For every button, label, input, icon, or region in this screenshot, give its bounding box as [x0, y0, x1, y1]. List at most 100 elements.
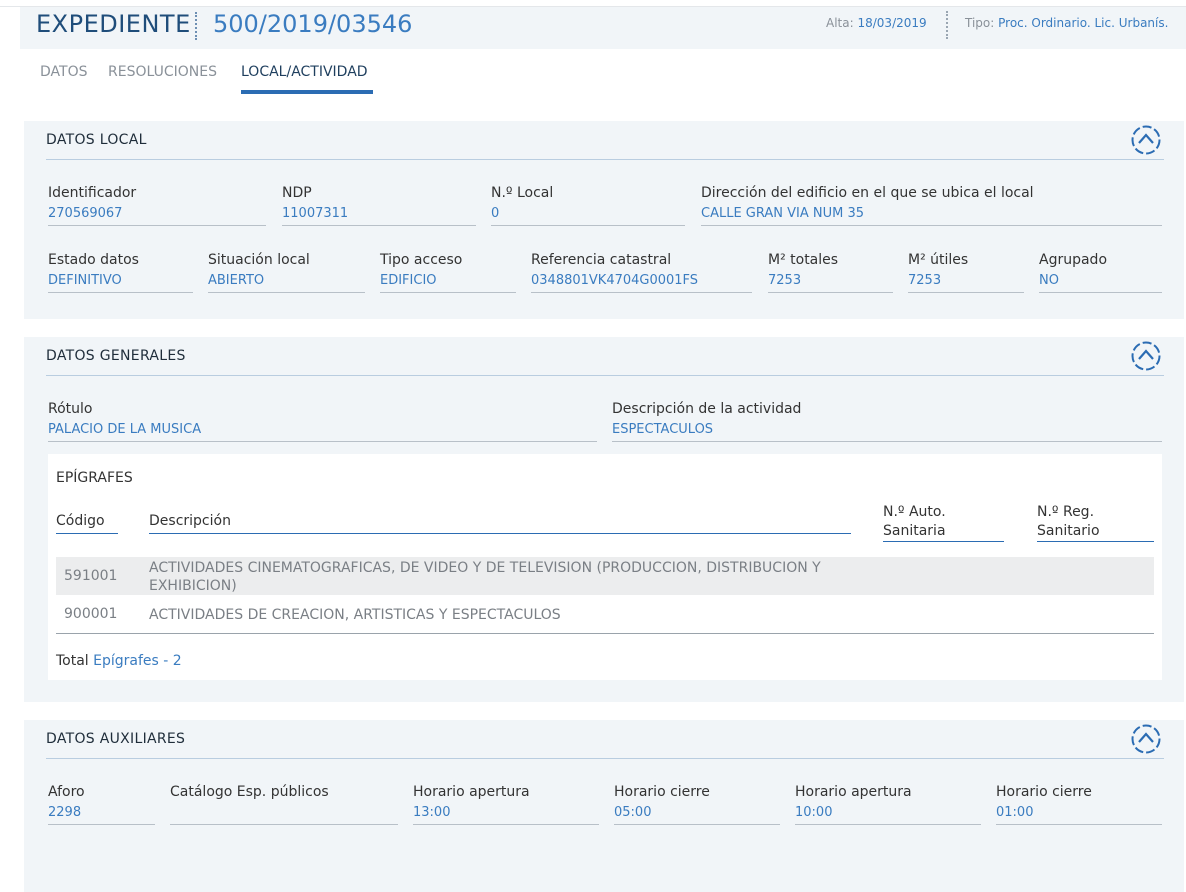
field-horario-cierre-1: Horario cierre 05:00 [614, 784, 780, 825]
field-label: Aforo [48, 784, 85, 800]
field-label: M² útiles [908, 252, 969, 268]
panel-title: DATOS GENERALES [46, 348, 186, 364]
total-label: Total [56, 653, 89, 669]
field-value: 7253 [768, 273, 893, 293]
field-label: Dirección del edificio en el que se ubic… [701, 185, 1034, 201]
panel-datos-local: DATOS LOCAL Identificador 270569067 NDP … [24, 121, 1184, 319]
field-value: EDIFICIO [380, 273, 516, 293]
field-label: Agrupado [1039, 252, 1108, 268]
field-label: NDP [282, 185, 312, 201]
panel-divider [46, 159, 1164, 160]
field-value: PALACIO DE LA MUSICA [48, 422, 597, 442]
chevron-up-circle-icon[interactable] [1131, 125, 1161, 155]
field-catalogo: Catálogo Esp. públicos [170, 784, 398, 825]
header-divider-2 [946, 11, 948, 39]
field-estado-datos: Estado datos DEFINITIVO [48, 252, 193, 293]
field-horario-apertura-1: Horario apertura 13:00 [413, 784, 599, 825]
field-label: Rótulo [48, 401, 93, 417]
table-row[interactable]: 591001 ACTIVIDADES CINEMATOGRAFICAS, DE … [56, 557, 1154, 595]
field-tipo-acceso: Tipo acceso EDIFICIO [380, 252, 516, 293]
tipo-value: Proc. Ordinario. Lic. Urbanís. [998, 16, 1169, 30]
column-header-codigo[interactable]: Código [56, 512, 118, 534]
top-border [0, 0, 1186, 7]
alta-label: Alta: [826, 16, 854, 30]
field-label: N.º Local [491, 185, 554, 201]
field-horario-cierre-2: Horario cierre 01:00 [996, 784, 1162, 825]
panel-datos-auxiliares: DATOS AUXILIARES Aforo 2298 Catálogo Esp… [24, 720, 1184, 892]
tipo-info: Tipo: Proc. Ordinario. Lic. Urbanís. [965, 16, 1168, 30]
field-label: Referencia catastral [531, 252, 672, 268]
epigrafes-section: EPÍGRAFES Código Descripción N.º Auto. S… [48, 454, 1162, 680]
field-value: 01:00 [996, 805, 1162, 825]
column-header-reg-sanitario[interactable]: N.º Reg. Sanitario [1037, 503, 1154, 542]
tipo-label: Tipo: [965, 16, 995, 30]
chevron-up-circle-icon[interactable] [1131, 341, 1161, 371]
field-label: Tipo acceso [380, 252, 463, 268]
field-value: 270569067 [48, 206, 266, 226]
tab-resoluciones[interactable]: RESOLUCIONES [108, 64, 217, 80]
header-divider [195, 12, 197, 40]
panel-title: DATOS AUXILIARES [46, 731, 186, 747]
field-value: 05:00 [614, 805, 780, 825]
field-label: Descripción de la actividad [612, 401, 802, 417]
field-situacion-local: Situación local ABIERTO [208, 252, 365, 293]
panel-datos-generales: DATOS GENERALES Rótulo PALACIO DE LA MUS… [24, 337, 1184, 702]
page-title: EXPEDIENTE [36, 10, 191, 38]
field-m2-totales: M² totales 7253 [768, 252, 893, 293]
column-header-auto-sanitaria[interactable]: N.º Auto. Sanitaria [883, 503, 1004, 542]
field-direccion: Dirección del edificio en el que se ubic… [701, 185, 1162, 226]
column-header-descripcion[interactable]: Descripción [149, 512, 851, 534]
field-horario-apertura-2: Horario apertura 10:00 [795, 784, 981, 825]
field-label: M² totales [768, 252, 839, 268]
field-value: 0 [491, 206, 685, 226]
chevron-up-circle-icon[interactable] [1131, 724, 1161, 754]
epigrafe-description: ACTIVIDADES CINEMATOGRAFICAS, DE VIDEO Y… [149, 560, 821, 594]
field-value: NO [1039, 273, 1162, 293]
field-value: 0348801VK4704G0001FS [531, 273, 752, 293]
field-label: Estado datos [48, 252, 139, 268]
field-identificador: Identificador 270569067 [48, 185, 266, 226]
tab-local-actividad[interactable]: LOCAL/ACTIVIDAD [241, 64, 368, 80]
field-descripcion-actividad: Descripción de la actividad ESPECTACULOS [612, 401, 1162, 442]
expediente-header: EXPEDIENTE 500/2019/03546 Alta: 18/03/20… [20, 7, 1186, 49]
field-value: 10:00 [795, 805, 981, 825]
field-label: Horario cierre [614, 784, 710, 800]
field-value: 13:00 [413, 805, 599, 825]
field-label: Horario apertura [413, 784, 530, 800]
epigrafes-count-link[interactable]: Epígrafes - 2 [93, 653, 182, 669]
field-rotulo: Rótulo PALACIO DE LA MUSICA [48, 401, 597, 442]
field-label: Identificador [48, 185, 137, 201]
epigrafe-description: ACTIVIDADES DE CREACION, ARTISTICAS Y ES… [149, 607, 561, 623]
tab-datos[interactable]: DATOS [40, 64, 87, 80]
table-row[interactable]: 900001 ACTIVIDADES DE CREACION, ARTISTIC… [56, 597, 1154, 634]
expediente-number: 500/2019/03546 [213, 10, 413, 38]
field-value: 7253 [908, 273, 1024, 293]
field-value: 11007311 [282, 206, 476, 226]
field-value: DEFINITIVO [48, 273, 193, 293]
field-label: Horario cierre [996, 784, 1092, 800]
alta-info: Alta: 18/03/2019 [826, 16, 927, 30]
field-value: ABIERTO [208, 273, 365, 293]
field-value: 2298 [48, 805, 155, 825]
field-m2-utiles: M² útiles 7253 [908, 252, 1024, 293]
active-tab-indicator [241, 90, 373, 94]
field-label: Horario apertura [795, 784, 912, 800]
field-agrupado: Agrupado NO [1039, 252, 1162, 293]
field-ndp: NDP 11007311 [282, 185, 476, 226]
field-value: CALLE GRAN VIA NUM 35 [701, 206, 1162, 226]
epigrafes-title: EPÍGRAFES [56, 470, 133, 486]
panel-divider [46, 375, 1164, 376]
alta-value: 18/03/2019 [857, 16, 927, 30]
field-label: Situación local [208, 252, 310, 268]
field-value [170, 805, 398, 825]
panel-title: DATOS LOCAL [46, 132, 147, 148]
field-aforo: Aforo 2298 [48, 784, 155, 825]
epigrafes-total: Total Epígrafes - 2 [56, 653, 182, 669]
field-label: Catálogo Esp. públicos [170, 784, 329, 800]
field-referencia-catastral: Referencia catastral 0348801VK4704G0001F… [531, 252, 752, 293]
field-value: ESPECTACULOS [612, 422, 1162, 442]
epigrafe-code: 900001 [64, 606, 118, 622]
field-num-local: N.º Local 0 [491, 185, 685, 226]
panel-divider [46, 758, 1164, 759]
epigrafe-code: 591001 [64, 568, 118, 584]
